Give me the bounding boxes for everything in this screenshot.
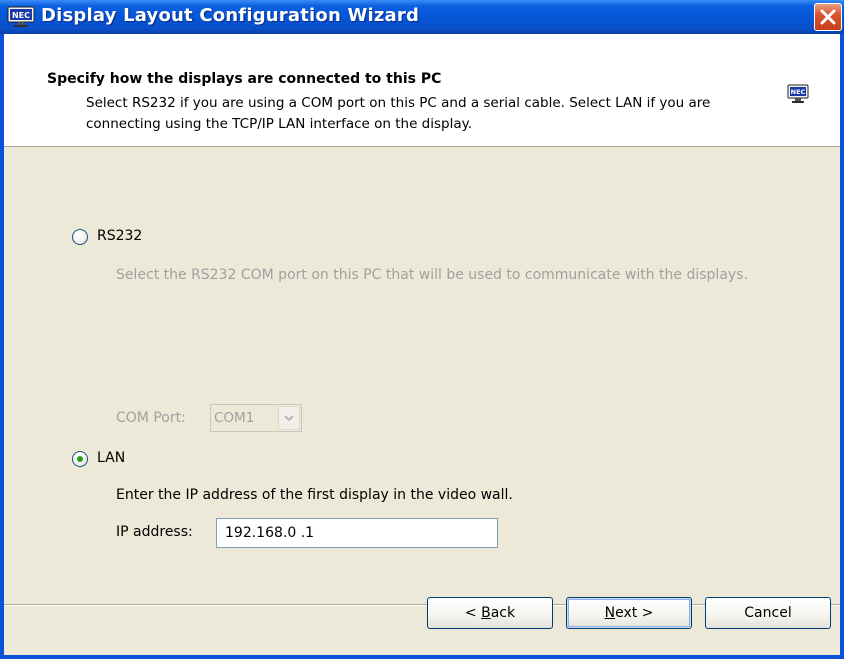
- lan-label[interactable]: LAN: [97, 450, 125, 466]
- ip-address-label: IP address:: [116, 524, 193, 540]
- rs232-label[interactable]: RS232: [97, 228, 142, 244]
- com-port-label: COM Port:: [116, 410, 186, 426]
- ip-address-value: 192.168.0 .1: [225, 525, 315, 541]
- lan-description: Enter the IP address of the first displa…: [116, 487, 513, 503]
- cancel-button-label: Cancel: [744, 605, 792, 621]
- page-title: Specify how the displays are connected t…: [47, 71, 442, 87]
- radio-selected-dot: [77, 456, 83, 462]
- wizard-client-area: Specify how the displays are connected t…: [4, 34, 840, 655]
- wizard-window: NEC Display Layout Configuration Wizard …: [0, 0, 844, 659]
- lan-radio[interactable]: [72, 451, 88, 467]
- com-port-select[interactable]: COM1: [210, 404, 302, 432]
- svg-text:NEC: NEC: [791, 88, 806, 96]
- svg-text:NEC: NEC: [12, 11, 30, 20]
- page-description: Select RS232 if you are using a COM port…: [86, 95, 711, 132]
- next-button-label: Next >: [604, 605, 654, 621]
- nec-monitor-icon: NEC: [787, 84, 809, 103]
- close-icon: [820, 9, 836, 25]
- next-button[interactable]: Next >: [566, 597, 692, 629]
- connection-options: RS232 Select the RS232 COM port on this …: [4, 147, 840, 603]
- com-port-dropdown-button[interactable]: [278, 406, 300, 430]
- ip-address-input[interactable]: 192.168.0 .1: [216, 518, 498, 548]
- window-title: Display Layout Configuration Wizard: [41, 5, 420, 26]
- com-port-value: COM1: [214, 410, 255, 426]
- rs232-description: Select the RS232 COM port on this PC tha…: [116, 267, 748, 283]
- back-button-label: < Back: [464, 605, 516, 621]
- chevron-down-icon: [284, 415, 294, 422]
- wizard-header: Specify how the displays are connected t…: [4, 34, 840, 147]
- back-button[interactable]: < Back: [427, 597, 553, 629]
- nec-monitor-icon: NEC: [7, 6, 35, 27]
- close-button[interactable]: [814, 3, 842, 31]
- cancel-button[interactable]: Cancel: [705, 597, 831, 629]
- title-bar[interactable]: NEC Display Layout Configuration Wizard: [0, 0, 844, 34]
- rs232-radio[interactable]: [72, 229, 88, 245]
